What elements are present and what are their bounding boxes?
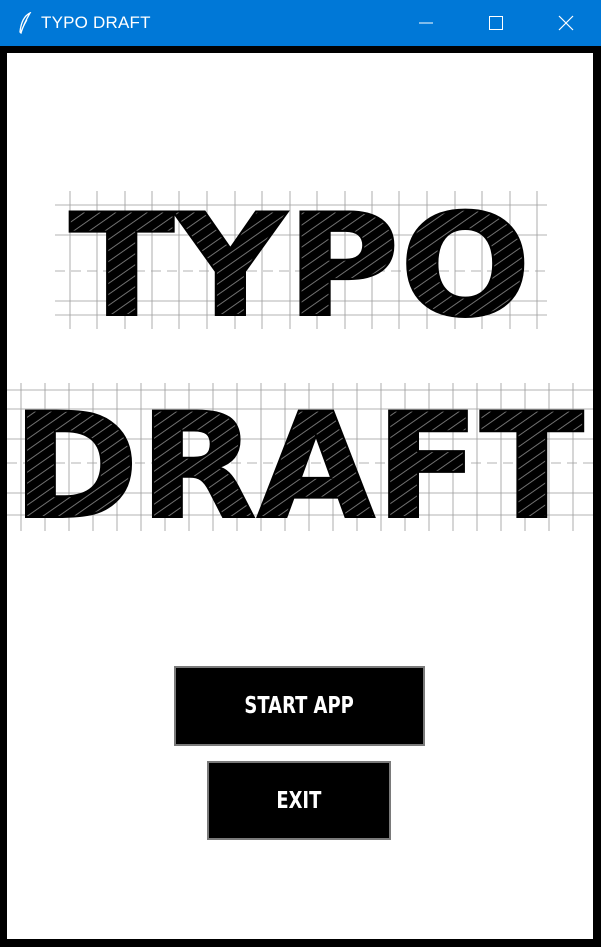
main-content: TYPO DRAFT START APP EXIT [7, 53, 593, 939]
minimize-button[interactable] [391, 0, 461, 46]
window-title: TYPO DRAFT [41, 13, 151, 32]
close-icon [558, 15, 574, 31]
typo-draft-logo: TYPO DRAFT [7, 183, 593, 553]
title-bar[interactable]: TYPO DRAFT [0, 0, 601, 46]
app-window: TYPO DRAFT TYPO DRAFT START APP EXIT [0, 0, 601, 947]
logo-line-2: DRAFT [12, 382, 584, 552]
start-app-label: START APP [244, 693, 355, 719]
exit-button[interactable]: EXIT [207, 761, 391, 840]
window-controls [391, 0, 601, 46]
start-app-button[interactable]: START APP [174, 666, 425, 746]
minimize-icon [419, 22, 433, 24]
maximize-button[interactable] [461, 0, 531, 46]
close-button[interactable] [531, 0, 601, 46]
logo-line-1: TYPO [69, 184, 531, 349]
maximize-icon [489, 16, 503, 30]
feather-icon[interactable] [16, 12, 34, 34]
exit-label: EXIT [276, 787, 322, 814]
